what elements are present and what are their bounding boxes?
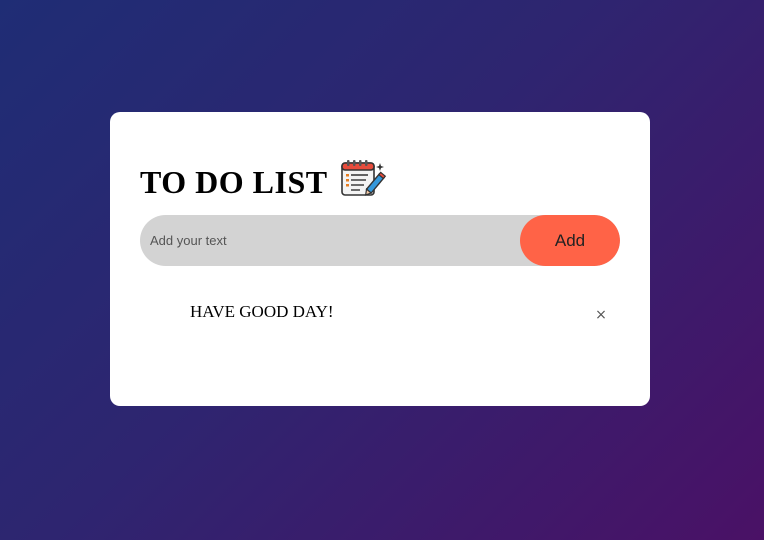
app-title: TO DO LIST bbox=[140, 164, 328, 200]
close-icon[interactable]: × bbox=[592, 306, 610, 324]
task-input[interactable] bbox=[140, 215, 520, 266]
add-button[interactable]: Add bbox=[520, 215, 620, 266]
task-text: HAVE GOOD DAY! bbox=[190, 302, 334, 321]
add-task-bar: Add bbox=[140, 215, 620, 266]
notepad-pencil-icon bbox=[340, 159, 388, 199]
title-row: TO DO LIST bbox=[140, 152, 388, 206]
todo-card: TO DO LIST Add your text Add HAVE GOOD D… bbox=[110, 112, 650, 406]
task-list: HAVE GOOD DAY! × bbox=[140, 292, 620, 332]
list-item[interactable]: HAVE GOOD DAY! × bbox=[140, 292, 620, 332]
